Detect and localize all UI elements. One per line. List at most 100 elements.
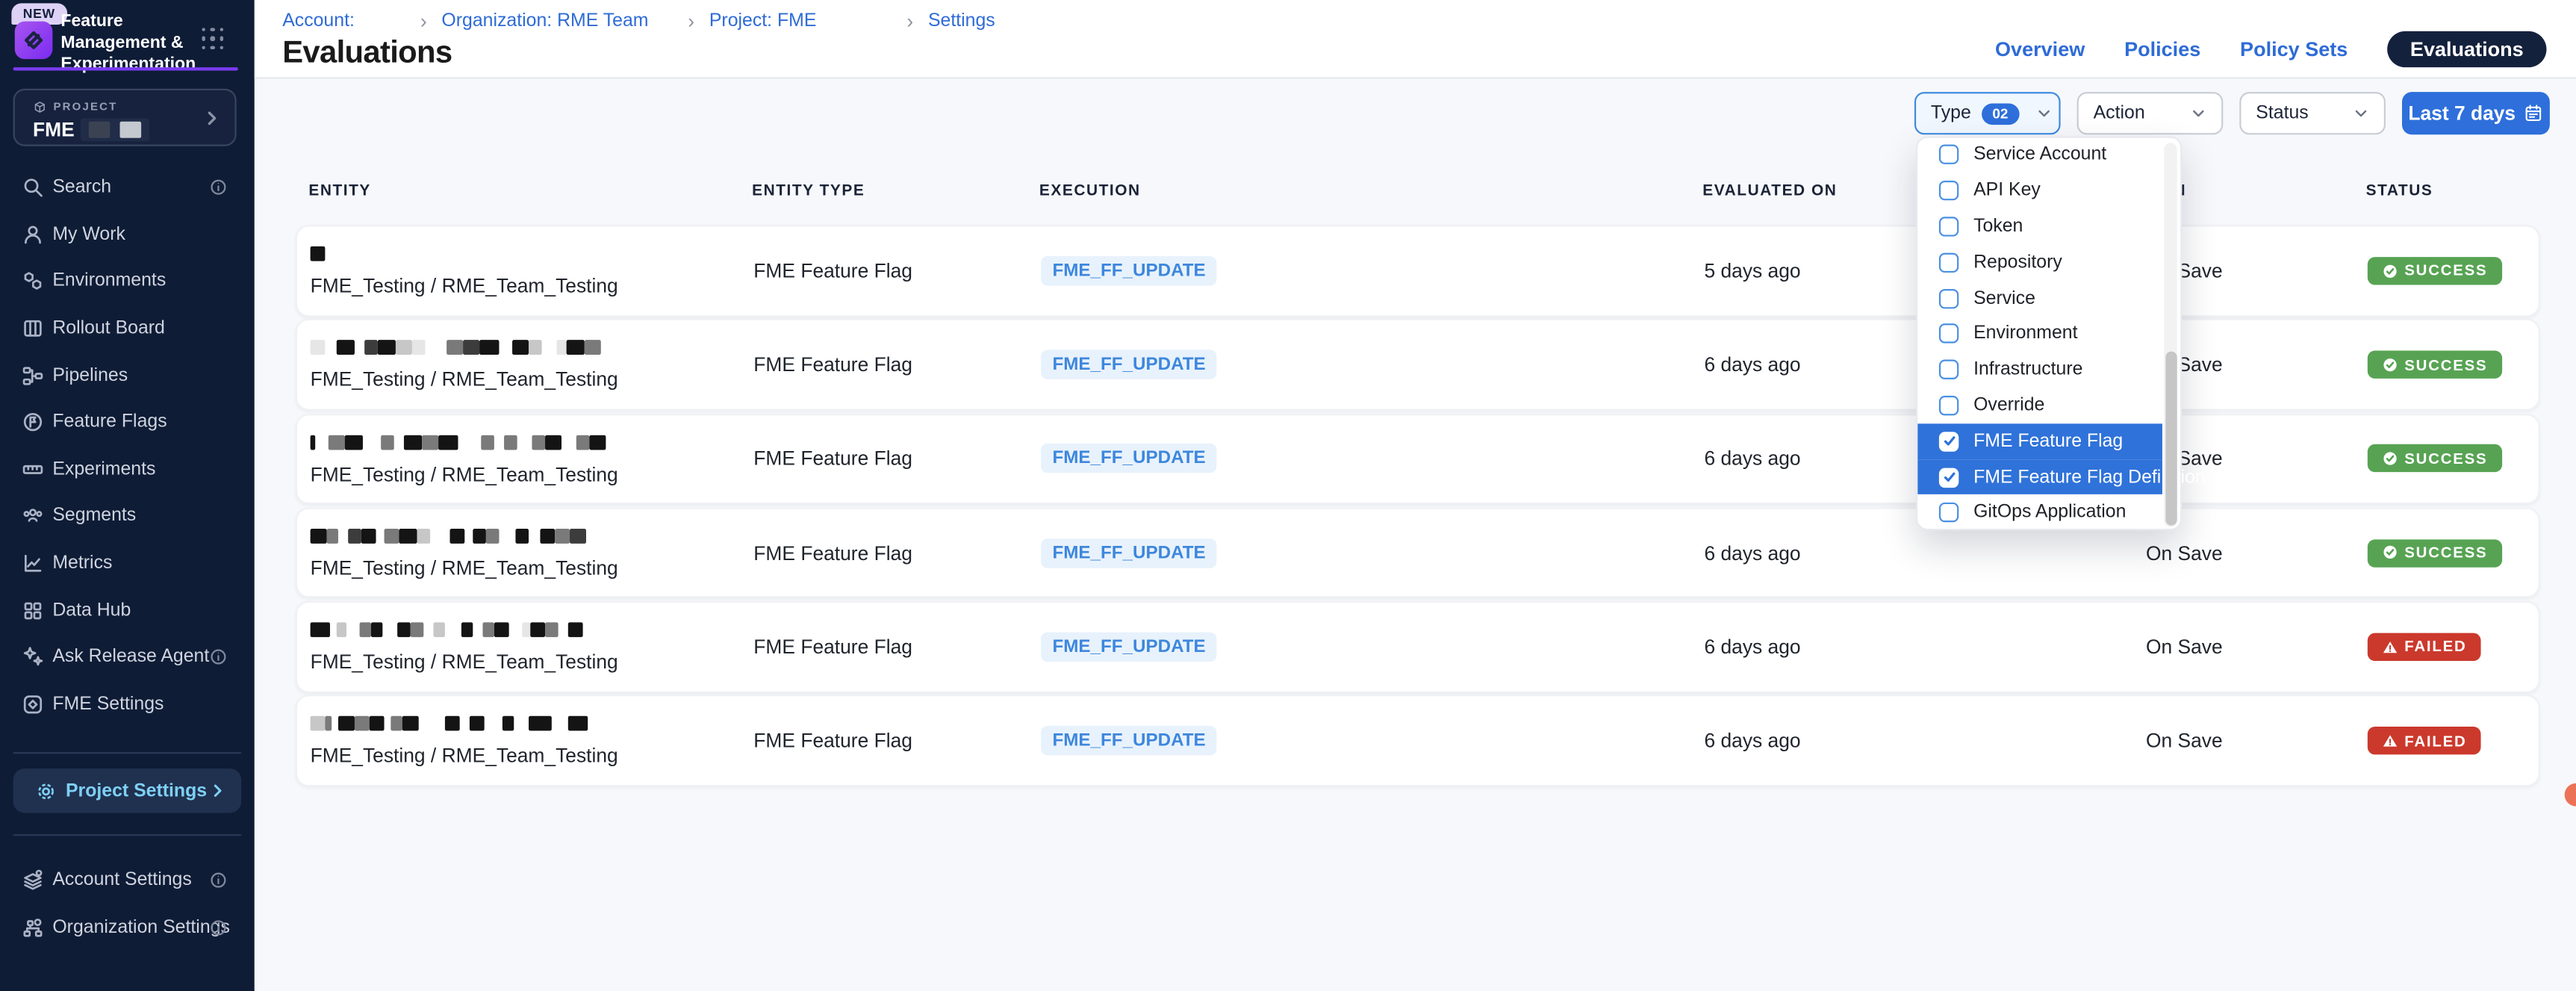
entity-path: FME_Testing / RME_Team_Testing	[311, 745, 618, 768]
table-row[interactable]: FME_Testing / RME_Team_Testing FME Featu…	[296, 507, 2540, 598]
checkbox[interactable]	[1939, 324, 1959, 344]
redaction-block	[589, 435, 606, 450]
checkbox[interactable]	[1939, 360, 1959, 379]
dropdown-option-gitops-application[interactable]: GitOps Application	[1917, 495, 2162, 531]
sidebar-item-segments[interactable]: Segments	[0, 493, 255, 540]
brand-divider	[13, 67, 238, 70]
dropdown-option-infrastructure[interactable]: Infrastructure	[1917, 352, 2162, 388]
execution-link[interactable]: FME_FF_UPDATE	[1041, 444, 1217, 473]
status-badge: FAILED	[2368, 633, 2482, 661]
checkbox[interactable]	[1939, 503, 1959, 523]
type-filter-label: Type	[1931, 104, 1971, 123]
sidebar-item-fme-settings[interactable]: FME Settings	[0, 681, 255, 728]
dropdown-option-environment[interactable]: Environment	[1917, 316, 2162, 352]
redaction-block	[532, 435, 545, 450]
filter-bar: Type 02 Action Status Last 7 days	[1914, 92, 2550, 134]
breadcrumb-link-account-[interactable]: Account:	[282, 11, 355, 31]
info-icon[interactable]	[208, 178, 228, 197]
sidebar-item-metrics[interactable]: Metrics	[0, 540, 255, 587]
sidebar-item-account-settings[interactable]: Account Settings	[0, 857, 255, 904]
redaction-block	[311, 435, 316, 450]
evaluated-on: 6 days ago	[1704, 730, 1800, 753]
status-badge: FAILED	[2368, 727, 2482, 755]
table-row[interactable]: FME_Testing / RME_Team_Testing FME Featu…	[296, 225, 2540, 316]
sidebar-item-pipelines[interactable]: Pipelines	[0, 352, 255, 399]
execution-link[interactable]: FME_FF_UPDATE	[1041, 538, 1217, 568]
app-switcher-icon[interactable]	[202, 28, 225, 51]
redaction-block	[570, 529, 586, 544]
info-icon[interactable]	[208, 647, 228, 667]
sidebar-item-organization-settings[interactable]: Organization Settings	[0, 904, 255, 951]
status-filter[interactable]: Status	[2239, 92, 2386, 134]
redaction-block	[311, 246, 326, 261]
redaction-block	[499, 529, 515, 544]
evaluated-on: 5 days ago	[1704, 259, 1800, 282]
info-icon[interactable]	[208, 918, 228, 937]
sidebar-item-project-settings[interactable]: Project Settings	[13, 768, 242, 813]
redaction-block	[449, 529, 464, 544]
dropdown-option-override[interactable]: Override	[1917, 388, 2162, 423]
redaction-block	[494, 623, 509, 638]
table-row[interactable]: FME_Testing / RME_Team_Testing FME Featu…	[296, 601, 2540, 692]
execution-link[interactable]: FME_FF_UPDATE	[1041, 632, 1217, 662]
dropdown-option-repository[interactable]: Repository	[1917, 244, 2162, 280]
table-row[interactable]: FME_Testing / RME_Team_Testing FME Featu…	[296, 319, 2540, 410]
action-value: On Save	[2146, 730, 2223, 753]
sidebar-item-experiments[interactable]: Experiments	[0, 446, 255, 493]
dropdown-option-fme-feature-flag[interactable]: FME Feature Flag	[1917, 423, 2162, 459]
sidebar-item-ask-release-agent[interactable]: Ask Release Agent	[0, 634, 255, 681]
type-filter[interactable]: Type 02	[1914, 92, 2061, 134]
info-icon[interactable]	[208, 871, 228, 890]
sidebar-item-search[interactable]: Search	[0, 164, 255, 211]
dropdown-option-service[interactable]: Service	[1917, 280, 2162, 316]
dropdown-scrollbar-thumb[interactable]	[2165, 350, 2176, 524]
execution-link[interactable]: FME_FF_UPDATE	[1041, 350, 1217, 379]
execution-link[interactable]: FME_FF_UPDATE	[1041, 726, 1217, 756]
checkbox[interactable]	[1939, 181, 1959, 200]
action-filter[interactable]: Action	[2077, 92, 2224, 134]
dropdown-option-fme-feature-flag-definition[interactable]: FME Feature Flag Definition	[1917, 459, 2162, 495]
nav-overview[interactable]: Overview	[1995, 38, 2085, 61]
breadcrumb-link-organization-rme-team[interactable]: Organization: RME Team	[441, 11, 648, 31]
checkbox[interactable]	[1939, 288, 1959, 308]
checkbox[interactable]	[1939, 396, 1959, 415]
redaction-block	[397, 623, 411, 638]
nav-evaluations[interactable]: Evaluations	[2387, 31, 2546, 67]
nav-policy-sets[interactable]: Policy Sets	[2240, 38, 2348, 61]
redaction-block	[422, 435, 438, 450]
table-row[interactable]: FME_Testing / RME_Team_Testing FME Featu…	[296, 695, 2540, 786]
redaction-block	[568, 717, 588, 732]
project-selector[interactable]: PROJECT FME	[13, 89, 237, 146]
redaction-block	[348, 529, 361, 544]
dropdown-option-service-account[interactable]: Service Account	[1917, 137, 2162, 173]
sidebar-item-my-work[interactable]: My Work	[0, 211, 255, 258]
checkbox[interactable]	[1939, 145, 1959, 164]
checkbox[interactable]	[1939, 217, 1959, 236]
table-row[interactable]: FME_Testing / RME_Team_Testing FME Featu…	[296, 413, 2540, 504]
breadcrumb-link-settings[interactable]: Settings	[928, 11, 995, 31]
redaction-block	[504, 435, 517, 450]
dropdown-option-api-key[interactable]: API Key	[1917, 173, 2162, 209]
sidebar-item-data-hub[interactable]: Data Hub	[0, 587, 255, 634]
sidebar-item-environments[interactable]: Environments	[0, 258, 255, 305]
checkbox[interactable]	[1939, 467, 1959, 487]
sidebar-item-rollout-board[interactable]: Rollout Board	[0, 305, 255, 352]
redaction-block	[463, 341, 479, 355]
execution-link[interactable]: FME_FF_UPDATE	[1041, 255, 1217, 285]
nav-policies[interactable]: Policies	[2124, 38, 2200, 61]
breadcrumb-separator: ›	[420, 10, 427, 33]
breadcrumb-link-project-fme[interactable]: Project: FME	[709, 11, 817, 31]
redaction-block	[332, 717, 338, 732]
redaction-block	[363, 435, 381, 450]
redaction-block	[438, 435, 458, 450]
checkbox[interactable]	[1939, 432, 1959, 451]
date-range-button[interactable]: Last 7 days	[2402, 92, 2550, 134]
redaction-block	[370, 717, 385, 732]
sidebar-item-feature-flags[interactable]: Feature Flags	[0, 399, 255, 446]
grid-icon	[22, 599, 45, 622]
redaction-block	[515, 529, 529, 544]
redaction-block	[396, 341, 412, 355]
checkbox[interactable]	[1939, 252, 1959, 272]
redaction-block	[568, 623, 583, 638]
dropdown-option-token[interactable]: Token	[1917, 208, 2162, 244]
